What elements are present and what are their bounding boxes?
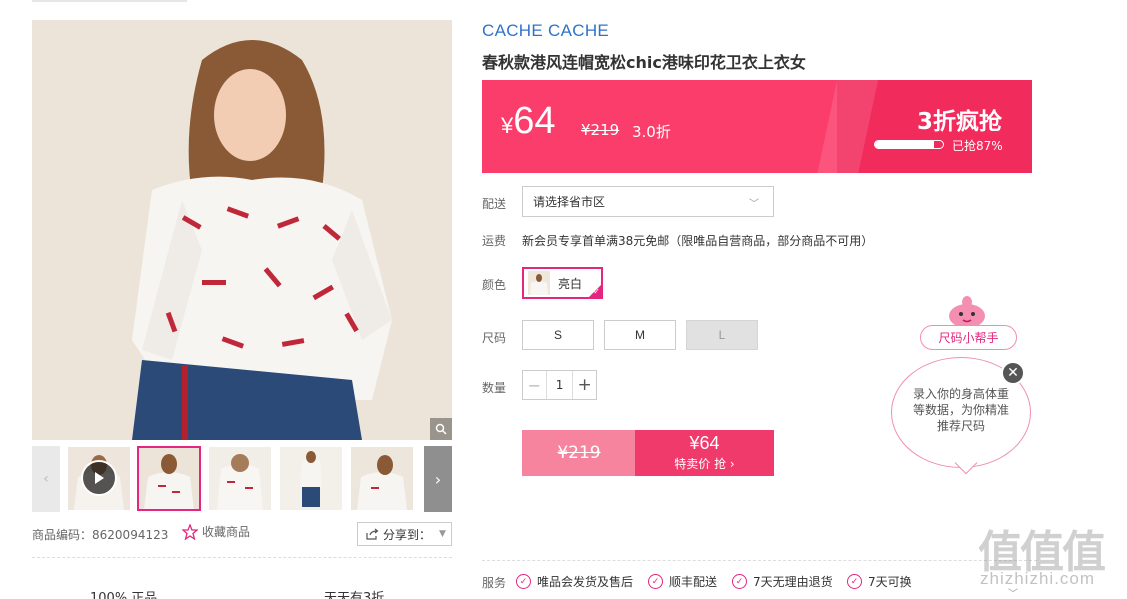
favorite-button[interactable]: 收藏商品 xyxy=(182,523,250,540)
size-option-s[interactable]: S xyxy=(522,320,594,350)
buy-now-button[interactable]: ¥64 特卖价 抢 › xyxy=(635,430,774,476)
sold-progress-fill xyxy=(875,141,935,148)
color-swatch xyxy=(528,271,550,295)
size-helper-button[interactable]: 尺码小帮手 xyxy=(920,325,1017,350)
thumbnail-4[interactable] xyxy=(280,447,342,510)
share-dropdown[interactable]: 分享到： ▼ xyxy=(357,522,452,546)
region-placeholder: 请选择省市区 xyxy=(533,195,606,209)
promo-item: 天天有3折 xyxy=(324,591,385,599)
thumbnail-strip: ‹ › xyxy=(32,446,452,512)
chevron-down-icon[interactable]: ﹀ xyxy=(1008,585,1018,599)
chevron-down-icon: ﹀ xyxy=(749,199,759,210)
service-text: 7天无理由退货 xyxy=(753,575,833,589)
price-banner: ¥64 ¥219 3.0折 3折疯抢 已抢87% xyxy=(482,80,1032,173)
buy-price: ¥64 xyxy=(689,433,720,453)
watermark-url: zhizhizhi.com xyxy=(980,569,1096,588)
shipping-fee-label: 运费 xyxy=(482,234,507,248)
close-icon[interactable]: ✕ xyxy=(1001,361,1025,385)
size-option-m[interactable]: M xyxy=(604,320,676,350)
thumbnail-image xyxy=(351,447,413,510)
check-circle-icon: ✓ xyxy=(732,574,747,589)
sku-code: 商品编码：8620094123 xyxy=(32,526,168,543)
sku-value: 8620094123 xyxy=(92,528,169,542)
service-text: 顺丰配送 xyxy=(669,575,718,589)
play-icon xyxy=(81,460,117,496)
thumb-prev-button[interactable]: ‹ xyxy=(32,446,60,512)
thumbnail-5[interactable] xyxy=(351,447,413,510)
thumbnail-image xyxy=(209,447,271,510)
quantity-label: 数量 xyxy=(482,381,507,395)
favorite-label: 收藏商品 xyxy=(202,525,251,539)
magnifier-icon xyxy=(435,423,447,435)
mascot-icon xyxy=(945,294,989,328)
service-text: 7天可换 xyxy=(868,575,912,589)
checkmark-icon: ✓ xyxy=(593,287,600,296)
thumbnail-image xyxy=(280,447,342,510)
caret-down-icon: ▼ xyxy=(439,529,446,539)
original-price-button[interactable]: ¥219 xyxy=(522,430,636,476)
quantity-input[interactable]: 1 xyxy=(547,371,573,399)
watermark: 值值值 zhizhizhi.com xyxy=(978,516,1123,596)
check-circle-icon: ✓ xyxy=(648,574,663,589)
current-price: ¥64 xyxy=(501,100,556,143)
flash-sale-title: 3折疯抢 xyxy=(916,109,1002,135)
color-option-selected[interactable]: 亮白 ✓ xyxy=(522,267,603,299)
product-meta-row: 商品编码：8620094123 收藏商品 分享到： ▼ xyxy=(32,520,452,548)
model-photo xyxy=(32,20,452,440)
discount-rate: 3.0折 xyxy=(632,123,671,141)
thumb-next-button[interactable]: › xyxy=(424,446,452,512)
service-item: ✓ 唯品会发货及售后 xyxy=(516,573,633,590)
color-label: 颜色 xyxy=(482,278,507,292)
thumbnail-3[interactable] xyxy=(209,447,271,510)
divider xyxy=(482,560,1037,561)
sold-progress-text: 已抢87% xyxy=(952,139,1003,153)
check-circle-icon: ✓ xyxy=(516,574,531,589)
sku-label: 商品编码： xyxy=(32,528,93,542)
divider xyxy=(32,557,452,558)
service-item: ✓ 7天可换 xyxy=(847,573,912,590)
star-icon xyxy=(182,523,198,540)
quantity-increase-button[interactable]: + xyxy=(572,371,596,399)
check-circle-icon: ✓ xyxy=(847,574,862,589)
region-select[interactable]: 请选择省市区 ﹀ xyxy=(522,186,774,217)
thumbnail-image xyxy=(138,447,200,510)
shipping-label: 配送 xyxy=(482,197,507,211)
promo-item: 100% 正品 xyxy=(90,591,158,599)
promo-row: 100% 正品 天天有3折 xyxy=(90,587,450,599)
sold-progress-bar xyxy=(874,140,944,149)
shipping-fee-text: 新会员专享首单满38元免邮（限唯品自营商品，部分商品不可用） xyxy=(522,234,874,248)
color-option-label: 亮白 xyxy=(558,276,583,291)
quantity-stepper: − 1 + xyxy=(522,370,597,400)
swatch-image xyxy=(528,271,550,295)
size-option-l: L xyxy=(686,320,758,350)
original-price: ¥219 xyxy=(581,121,620,139)
chevron-right-icon: › xyxy=(434,469,442,489)
size-label: 尺码 xyxy=(482,331,507,345)
share-label: 分享到： xyxy=(383,527,432,542)
top-divider xyxy=(32,0,187,2)
service-item: ✓ 顺丰配送 xyxy=(648,573,717,590)
price-value: 64 xyxy=(513,100,556,142)
service-text: 唯品会发货及售后 xyxy=(537,575,634,589)
service-label: 服务 xyxy=(482,576,507,590)
thumbnail-video[interactable] xyxy=(68,447,130,510)
brand-link[interactable]: CACHE CACHE xyxy=(482,21,609,41)
thumbnail-2[interactable] xyxy=(137,446,201,511)
currency-symbol: ¥ xyxy=(501,113,514,138)
quantity-decrease-button[interactable]: − xyxy=(523,371,547,399)
share-icon xyxy=(366,528,379,540)
product-title: 春秋款港风连帽宽松chic港味印花卫衣上衣女 xyxy=(482,53,806,72)
chevron-left-icon: ‹ xyxy=(43,471,49,487)
main-product-image[interactable] xyxy=(32,20,452,440)
zoom-button[interactable] xyxy=(430,418,452,440)
size-helper-text: 录入你的身高体重等数据，为你精准推荐尺码 xyxy=(912,387,1009,433)
buy-label: 特卖价 抢 › xyxy=(674,457,735,471)
service-item: ✓ 7天无理由退货 xyxy=(732,573,833,590)
